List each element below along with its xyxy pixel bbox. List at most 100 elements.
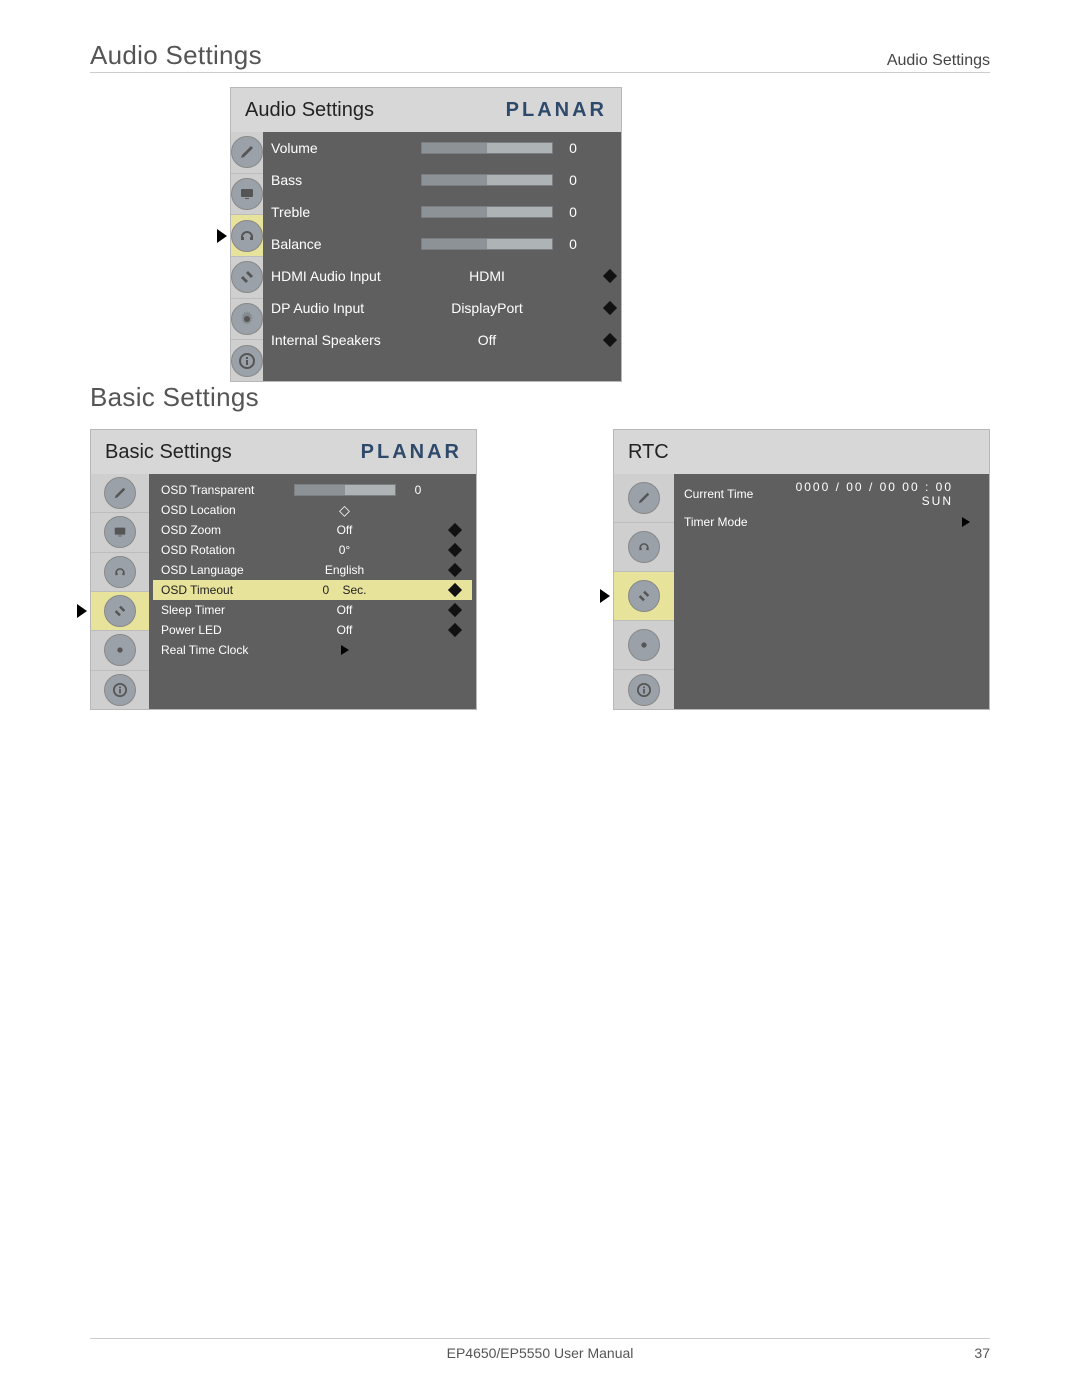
- osd-title: Basic Settings: [105, 441, 232, 464]
- diamond-icon: [603, 333, 617, 347]
- value: Off: [291, 623, 398, 637]
- headphones-icon: [628, 531, 660, 563]
- section-basic-title: Basic Settings: [90, 382, 990, 413]
- gear-icon: [231, 303, 263, 335]
- label: OSD Location: [153, 503, 291, 517]
- sidebar-tab-basic[interactable]: [614, 571, 674, 620]
- row-internal-speakers[interactable]: Internal Speakers Off: [263, 324, 627, 356]
- diamond-icon: [448, 603, 462, 617]
- sidebar-tab-audio[interactable]: [614, 522, 674, 571]
- diamond-icon: [448, 563, 462, 577]
- sidebar-tab-info[interactable]: [614, 669, 674, 709]
- label: Balance: [263, 236, 421, 252]
- sidebar-tab-display[interactable]: [91, 512, 149, 551]
- row-osd-zoom[interactable]: OSD Zoom Off: [153, 520, 472, 540]
- label: HDMI Audio Input: [263, 268, 421, 284]
- diamond-icon: [603, 301, 617, 315]
- value: 0°: [291, 543, 398, 557]
- label: OSD Zoom: [153, 523, 291, 537]
- osd-sidebar: [614, 474, 674, 709]
- osd-title: Audio Settings: [245, 99, 374, 122]
- position-icon: ◇: [339, 502, 350, 519]
- value: 0: [553, 172, 593, 188]
- row-sleep-timer[interactable]: Sleep Timer Off: [153, 600, 472, 620]
- label: Power LED: [153, 623, 291, 637]
- sidebar-tab-advanced[interactable]: [614, 620, 674, 669]
- page-number: 37: [974, 1345, 990, 1361]
- sidebar-tab-advanced[interactable]: [231, 298, 263, 340]
- row-current-time[interactable]: Current Time 0000 / 00 / 00 00 : 00 SUN: [684, 480, 979, 508]
- row-hdmi-audio-input[interactable]: HDMI Audio Input HDMI: [263, 260, 627, 292]
- osd-rtc: RTC Current Time 0000 / 00 / 00 00 : 00 …: [613, 429, 990, 710]
- row-dp-audio-input[interactable]: DP Audio Input DisplayPort: [263, 292, 627, 324]
- sidebar-tab-basic[interactable]: [91, 591, 149, 630]
- osd-audio-settings: Audio Settings PLANAR Volume 0: [230, 87, 622, 382]
- label: OSD Language: [153, 563, 291, 577]
- value: Off: [421, 332, 553, 348]
- slider[interactable]: [421, 206, 553, 218]
- osd-titlebar: Basic Settings PLANAR: [91, 430, 476, 474]
- info-icon: [628, 674, 660, 706]
- label: Internal Speakers: [263, 332, 421, 348]
- diamond-icon: [448, 523, 462, 537]
- osd-sidebar: [91, 474, 149, 709]
- sidebar-tab-image[interactable]: [614, 474, 674, 522]
- slider[interactable]: [421, 142, 553, 154]
- value: Off: [291, 523, 398, 537]
- label: OSD Transparent: [153, 483, 291, 497]
- sidebar-tab-info[interactable]: [231, 339, 263, 381]
- slider[interactable]: [294, 484, 396, 496]
- row-bass[interactable]: Bass 0: [263, 164, 627, 196]
- sidebar-tab-basic[interactable]: [231, 256, 263, 298]
- brush-icon: [231, 136, 263, 168]
- value: 0: [553, 204, 593, 220]
- brand-logo: PLANAR: [506, 99, 607, 122]
- row-osd-timeout[interactable]: OSD Timeout 0 Sec.: [153, 580, 472, 600]
- sidebar-tab-audio[interactable]: [91, 552, 149, 591]
- gear-icon: [628, 629, 660, 661]
- value: 0: [398, 483, 438, 497]
- tools-icon: [231, 261, 263, 293]
- row-real-time-clock[interactable]: Real Time Clock: [153, 640, 472, 660]
- sidebar-tab-audio[interactable]: [231, 214, 263, 256]
- label: Treble: [263, 204, 421, 220]
- info-icon: [104, 674, 136, 706]
- osd-basic-settings: Basic Settings PLANAR OSD Transparent: [90, 429, 477, 710]
- sidebar-tab-image[interactable]: [91, 474, 149, 512]
- page-footer: EP4650/EP5550 User Manual 37: [90, 1338, 990, 1361]
- tools-icon: [628, 580, 660, 612]
- headphones-icon: [104, 556, 136, 588]
- value: HDMI: [421, 268, 553, 284]
- diamond-icon: [448, 543, 462, 557]
- sidebar-tab-image[interactable]: [231, 132, 263, 173]
- row-timer-mode[interactable]: Timer Mode: [684, 508, 979, 536]
- osd-titlebar: RTC: [614, 430, 989, 474]
- row-treble[interactable]: Treble 0: [263, 196, 627, 228]
- header-rule: [90, 72, 990, 73]
- slider[interactable]: [421, 238, 553, 250]
- row-osd-rotation[interactable]: OSD Rotation 0°: [153, 540, 472, 560]
- monitor-icon: [104, 516, 136, 548]
- row-osd-language[interactable]: OSD Language English: [153, 560, 472, 580]
- chevron-right-icon: [962, 517, 970, 527]
- row-power-led[interactable]: Power LED Off: [153, 620, 472, 640]
- row-balance[interactable]: Balance 0: [263, 228, 627, 260]
- slider[interactable]: [421, 174, 553, 186]
- sidebar-tab-info[interactable]: [91, 670, 149, 709]
- label: Timer Mode: [684, 515, 794, 529]
- chevron-right-icon: [341, 645, 349, 655]
- label: Bass: [263, 172, 421, 188]
- label: DP Audio Input: [263, 300, 421, 316]
- osd-title: RTC: [628, 441, 669, 464]
- row-osd-location[interactable]: OSD Location ◇: [153, 500, 472, 520]
- value: 0: [553, 236, 593, 252]
- label: Sleep Timer: [153, 603, 291, 617]
- row-osd-transparent[interactable]: OSD Transparent 0: [153, 480, 472, 500]
- document-page: Audio Settings Audio Settings Audio Sett…: [0, 0, 1080, 1397]
- osd-sidebar: [231, 132, 263, 381]
- value: DisplayPort: [421, 300, 553, 316]
- row-volume[interactable]: Volume 0: [263, 132, 627, 164]
- value: Off: [291, 603, 398, 617]
- sidebar-tab-display[interactable]: [231, 173, 263, 215]
- sidebar-tab-advanced[interactable]: [91, 630, 149, 669]
